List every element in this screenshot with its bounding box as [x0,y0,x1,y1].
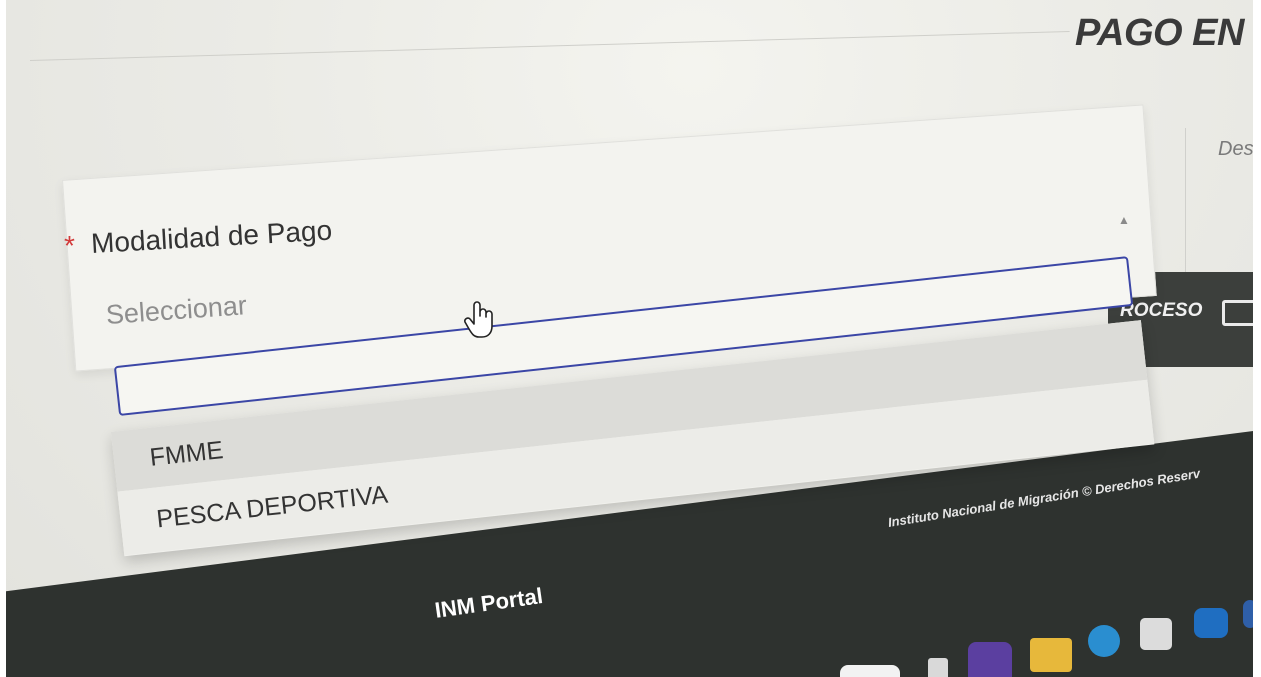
photo-of-screen: PAGO EN L Des ROCESO Instituto Nacional … [0,0,1261,677]
photo-border-right [1253,0,1261,677]
page-title: PAGO EN L [1075,12,1261,54]
teams-icon[interactable] [968,642,1012,677]
photo-border-left [0,0,6,677]
taskbar-app[interactable] [840,665,900,677]
option-label: PESCA DEPORTIVA [155,480,390,534]
required-asterisk: * [64,230,75,261]
folder-icon[interactable] [1030,638,1072,672]
document-icon[interactable] [1222,300,1256,326]
document-icon[interactable] [928,658,948,677]
hand-cursor-icon [464,301,493,338]
store-icon[interactable] [1140,618,1172,650]
header-divider [29,30,1070,61]
description-label: Des [1218,138,1254,160]
outlook-icon[interactable] [1194,608,1228,638]
edge-icon[interactable] [1088,625,1120,657]
option-label: FMME [148,436,225,472]
